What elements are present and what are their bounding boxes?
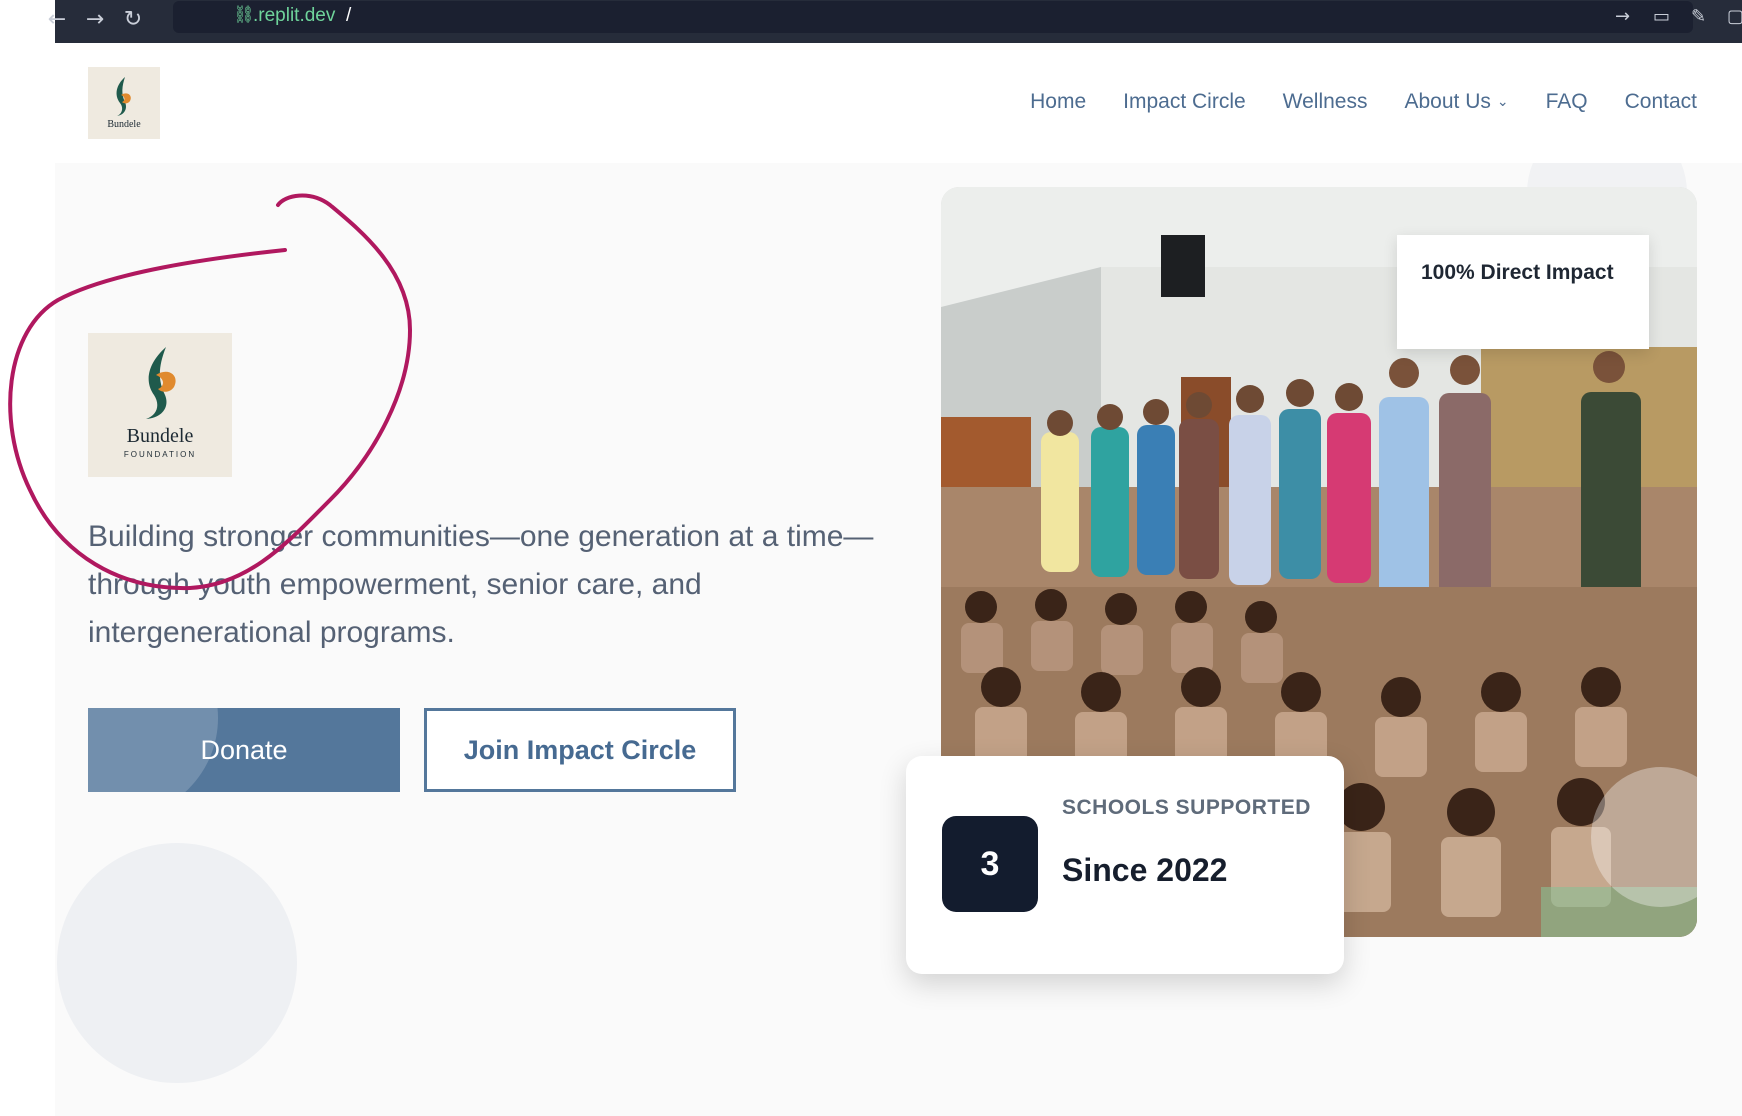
url-cursor: / (346, 5, 352, 26)
stats-card: 3 SCHOOLS SUPPORTED Since 2022 (906, 756, 1344, 974)
monitor-icon[interactable]: ▭ (1653, 6, 1670, 27)
stats-label: SCHOOLS SUPPORTED (1062, 796, 1311, 819)
nav-about-us[interactable]: About Us ⌄ (1404, 90, 1508, 114)
nav-impact-circle[interactable]: Impact Circle (1123, 90, 1246, 114)
url-text[interactable]: .replit.dev (253, 5, 335, 27)
address-bar[interactable] (173, 1, 1693, 33)
logo-small-name: Bundele (107, 119, 141, 130)
nav-home[interactable]: Home (1030, 90, 1086, 114)
join-impact-circle-button[interactable]: Join Impact Circle (424, 708, 736, 792)
hero-section: Bundele FOUNDATION Building stronger com… (55, 163, 1742, 1116)
reload-icon[interactable]: ↻ (119, 6, 147, 34)
main-nav: Home Impact Circle Wellness About Us ⌄ FA… (993, 90, 1697, 114)
hero-logo: Bundele FOUNDATION (88, 333, 232, 477)
forward-icon[interactable]: → (1615, 6, 1630, 27)
impact-badge: 100% Direct Impact (1397, 235, 1649, 349)
logo-subtitle: FOUNDATION (123, 450, 197, 459)
chevron-down-icon: ⌄ (1496, 93, 1509, 109)
logo-name: Bundele (126, 425, 194, 447)
nav-contact[interactable]: Contact (1625, 90, 1697, 114)
logo-mark-icon: Bundele (107, 77, 141, 130)
stats-since: Since 2022 (1062, 852, 1228, 888)
nav-about-us-label: About Us (1404, 90, 1491, 113)
hero-tagline: Building stronger communities—one genera… (88, 520, 874, 649)
impact-badge-text: 100% Direct Impact (1421, 261, 1614, 284)
schools-count: 3 (942, 816, 1038, 912)
forward-arrow-icon[interactable]: → (81, 6, 109, 34)
panel-icon[interactable]: ▢ (1727, 6, 1742, 27)
decorative-circle (88, 708, 218, 792)
back-arrow-icon[interactable]: ← (43, 6, 71, 34)
decorative-circle (57, 843, 297, 1083)
nav-wellness[interactable]: Wellness (1283, 90, 1368, 114)
header-logo[interactable]: Bundele (88, 67, 160, 139)
donate-label: Donate (200, 734, 288, 765)
donate-button[interactable]: Donate (88, 708, 400, 792)
link-icon: ⛓ (233, 5, 255, 25)
site-header: Bundele Home Impact Circle Wellness Abou… (55, 43, 1742, 163)
wrench-icon[interactable]: ✎ (1691, 6, 1706, 27)
nav-faq[interactable]: FAQ (1546, 90, 1588, 114)
browser-toolbar: ← → ↻ ⛓ .replit.dev / → ▭ ✎ ▢ (48, 0, 1742, 43)
